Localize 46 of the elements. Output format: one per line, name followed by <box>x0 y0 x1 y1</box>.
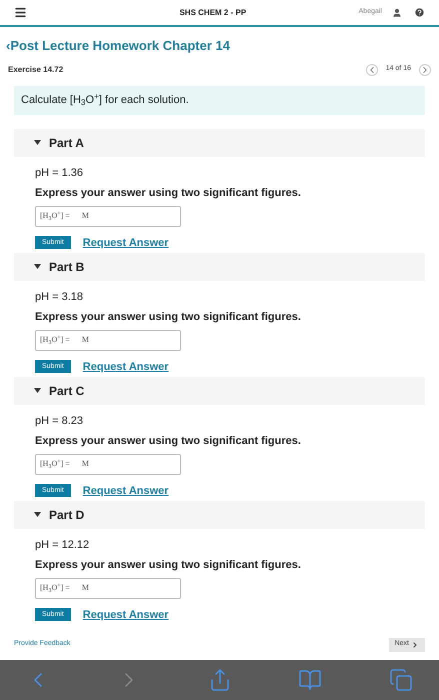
part-title: Part A <box>49 134 84 152</box>
instruction: Express your answer using two significant figures. <box>35 186 302 201</box>
given-value: pH = 1.36 <box>35 166 84 180</box>
field-label: [H$_{3}$O$^{+}$] = <box>40 458 70 470</box>
request-answer-link[interactable]: Request Answer <box>82 606 169 623</box>
caret-icon <box>34 140 41 145</box>
answer-field[interactable]: [H$_{3}$O$^{+}$] = M <box>35 330 181 350</box>
answer-field[interactable]: [H$_{3}$O$^{+}$] = M <box>35 578 181 598</box>
prompt-text: Calculate [H$_{3}$O$^{+}$] for each solution. <box>21 92 189 108</box>
part-header[interactable]: Part B <box>14 252 425 280</box>
answer-field[interactable]: [H$_{3}$O$^{+}$] = M <box>35 206 181 226</box>
given-value: pH = 12.12 <box>35 538 90 552</box>
given-value: pH = 3.18 <box>35 290 84 304</box>
answer-field[interactable]: [H$_{3}$O$^{+}$] = M <box>35 454 181 474</box>
field-label: [H$_{3}$O$^{+}$] = <box>40 210 70 222</box>
unit-label: M <box>82 458 89 470</box>
next-page-icon[interactable] <box>419 64 431 76</box>
instruction: Express your answer using two significant figures. <box>35 558 302 573</box>
unit-label: M <box>82 582 89 594</box>
part-header[interactable]: Part C <box>14 376 425 404</box>
instruction: Express your answer using two significant figures. <box>35 310 302 325</box>
field-label: [H$_{3}$O$^{+}$] = <box>40 334 70 346</box>
request-answer-link[interactable]: Request Answer <box>82 358 169 375</box>
menu-icon[interactable] <box>14 6 27 19</box>
part-header[interactable]: Part A <box>14 128 425 156</box>
caret-icon <box>34 388 41 393</box>
exercise-title: Exercise 14.72 <box>8 64 64 76</box>
help-icon[interactable] <box>414 7 425 18</box>
back-link[interactable]: ‹Post Lecture Homework Chapter 14 <box>6 36 230 56</box>
previous-icon[interactable] <box>366 64 378 76</box>
caret-icon <box>34 512 41 517</box>
field-label: [H$_{3}$O$^{+}$] = <box>40 582 70 594</box>
chevron-icon <box>411 640 419 648</box>
app-title: SHS CHEM 2 - PP <box>178 6 248 18</box>
part-title: Part C <box>49 382 84 400</box>
user-icon[interactable] <box>392 8 402 18</box>
unit-label: M <box>82 334 89 346</box>
instruction: Express your answer using two significant figures. <box>35 434 302 449</box>
request-answer-link[interactable]: Request Answer <box>82 482 169 499</box>
request-answer-link[interactable]: Request Answer <box>82 234 169 251</box>
part-header[interactable]: Part D <box>14 500 425 528</box>
part-title: Part B <box>49 258 84 276</box>
given-value: pH = 8.23 <box>35 414 84 428</box>
caret-icon <box>34 264 41 269</box>
part-title: Part D <box>49 506 84 524</box>
unit-label: M <box>82 210 89 222</box>
